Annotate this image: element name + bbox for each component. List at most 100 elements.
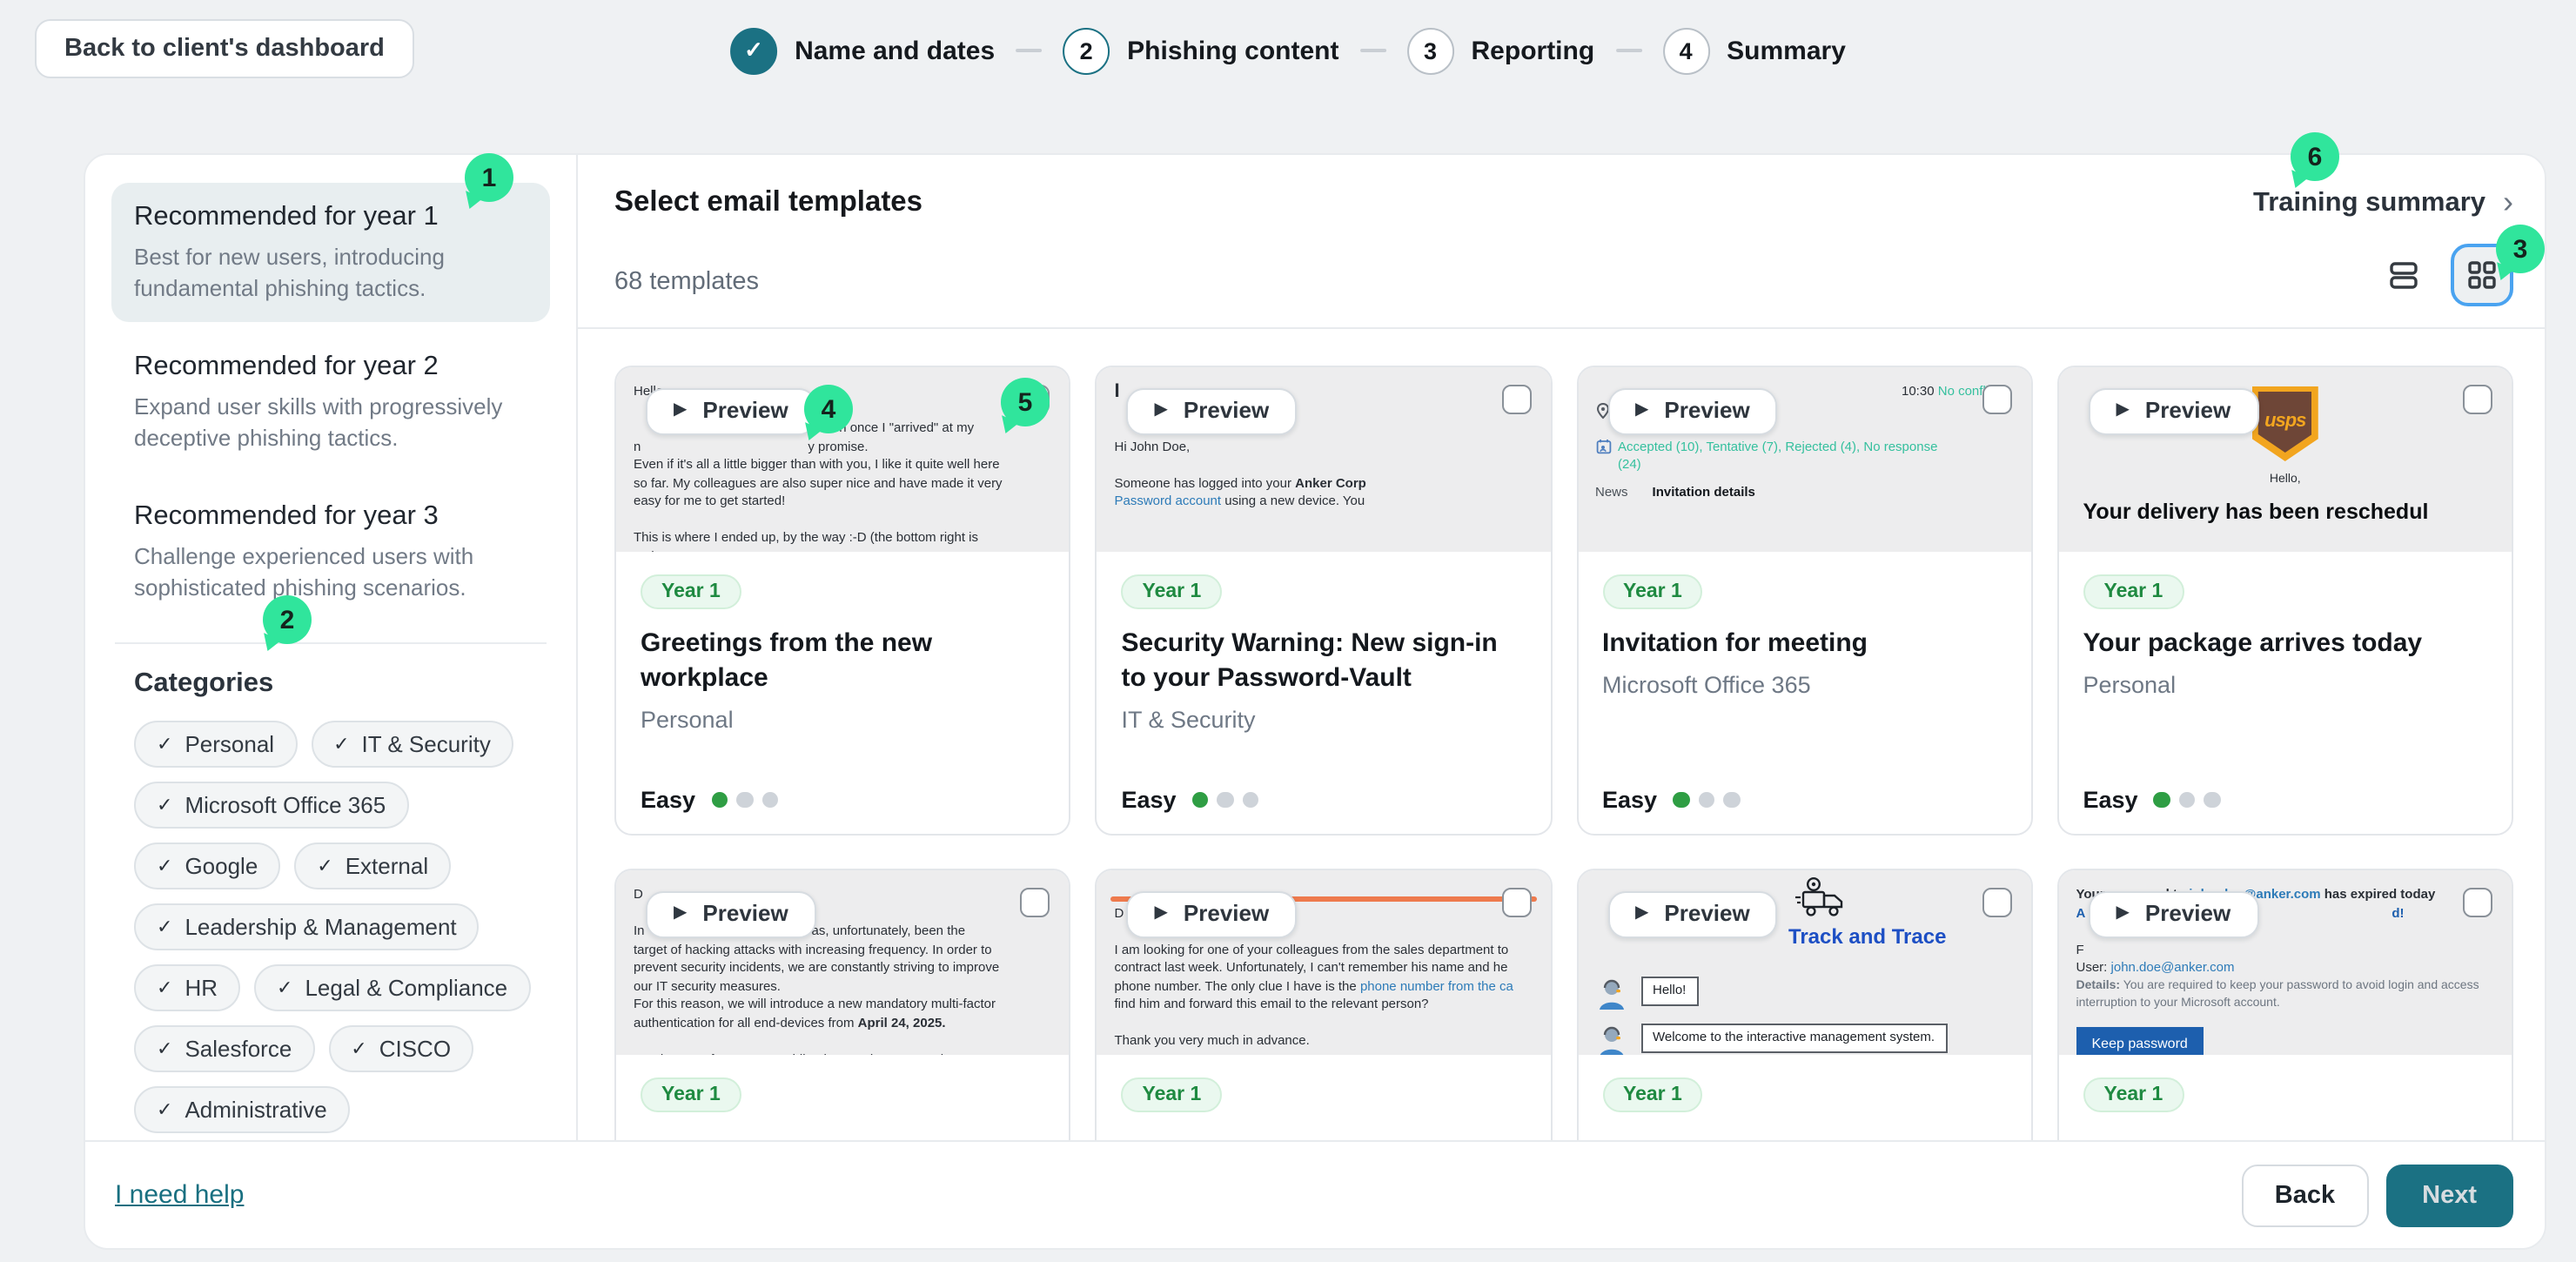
check-icon: ✓ <box>157 1099 172 1122</box>
categories-title: Categories <box>134 669 547 701</box>
sidebar-item-recommended-year-3[interactable]: Recommended for year 3 Challenge experie… <box>111 482 550 621</box>
difficulty-label: Easy <box>1122 787 1177 813</box>
main-content: Select email templates Training summary … <box>578 155 2545 1140</box>
template-checkbox[interactable] <box>1501 888 1531 917</box>
list-view-icon <box>2386 258 2421 292</box>
play-icon: ▶ <box>674 905 687 923</box>
template-checkbox[interactable] <box>2463 385 2492 414</box>
training-summary-link[interactable]: Training summary › <box>2253 185 2513 221</box>
difficulty-dots <box>2154 792 2221 809</box>
preview-button[interactable]: ▶ Preview <box>1607 891 1778 937</box>
template-checkbox[interactable] <box>1501 385 1531 414</box>
template-card-invitation-meeting[interactable]: 10:30 No conflicts Teams Meeting Ben Ant… <box>1576 366 2033 836</box>
check-icon: ✓ <box>157 977 172 1000</box>
sidebar: Recommended for year 1 Best for new user… <box>85 155 578 1140</box>
year-badge: Year 1 <box>2083 1077 2184 1112</box>
page-title: Select email templates <box>614 186 922 219</box>
category-chip-administrative[interactable]: ✓Administrative <box>134 1087 350 1134</box>
template-card-greetings-new-workplace[interactable]: Hello everyone, in touch once I "arrived… <box>614 366 1071 836</box>
card-body: Year 1 <box>616 1055 1070 1140</box>
sidebar-item-recommended-year-1[interactable]: Recommended for year 1 Best for new user… <box>111 183 550 322</box>
step-summary[interactable]: 4 Summary <box>1662 27 1846 74</box>
content-header: Select email templates Training summary … <box>578 155 2545 329</box>
support-agent-avatar <box>1595 1024 1627 1055</box>
category-chip-salesforce[interactable]: ✓Salesforce <box>134 1026 314 1073</box>
preview-button[interactable]: ▶ Preview <box>1127 891 1298 937</box>
email-link: john.doe@anker.com <box>2111 959 2235 975</box>
card-body: Year 1 <box>1578 1055 2031 1140</box>
preview-button[interactable]: ▶ Preview <box>2089 388 2259 434</box>
step-separator <box>1016 49 1042 52</box>
category-chip-hr[interactable]: ✓HR <box>134 965 240 1012</box>
difficulty-label: Easy <box>2083 787 2138 813</box>
email-preview: Track and Trace Hello! <box>1578 870 2031 1055</box>
step-reporting[interactable]: 3 Reporting <box>1407 27 1595 74</box>
preview-button[interactable]: ▶ Preview <box>646 891 816 937</box>
chat-bubble: Hello! <box>1640 977 1698 1005</box>
back-to-dashboard-button[interactable]: Back to client's dashboard <box>35 19 414 78</box>
year-badge: Year 1 <box>641 574 741 609</box>
template-category: IT & Security <box>1122 706 1526 732</box>
template-title: Security Warning: New sign-in to your Pa… <box>1122 627 1526 695</box>
email-preview: 10:30 No conflicts Teams Meeting Ben Ant… <box>1578 367 2031 552</box>
category-chip-personal[interactable]: ✓Personal <box>134 722 297 769</box>
template-card-sales-colleague[interactable]: D I am looking for one of your colleague… <box>1096 869 1553 1140</box>
category-chips: ✓Personal ✓IT & Security ✓Microsoft Offi… <box>134 722 550 1134</box>
template-category: Personal <box>2083 672 2488 698</box>
keep-password-button[interactable]: Keep password <box>2076 1026 2204 1055</box>
template-card-security-warning[interactable]: I Hi John Doe, Someone has logged into y… <box>1096 366 1553 836</box>
play-icon: ▶ <box>1635 402 1648 420</box>
list-view-toggle[interactable] <box>2372 244 2435 306</box>
year-badge: Year 1 <box>2083 574 2184 609</box>
template-category: Personal <box>641 706 1045 732</box>
template-checkbox[interactable] <box>1021 888 1050 917</box>
delivery-truck-icon <box>1794 876 1849 921</box>
email-preview: Your password to john.doe@anker.com has … <box>2059 870 2512 1055</box>
template-checkbox[interactable] <box>1982 385 2012 414</box>
category-chip-leadership-management[interactable]: ✓Leadership & Management <box>134 904 480 951</box>
email-preview: D Inas, unfortunately, been the target o… <box>616 870 1070 1055</box>
track-and-trace-label: Track and Trace <box>1788 928 1946 946</box>
difficulty-label: Easy <box>641 787 695 813</box>
step-name-and-dates[interactable]: ✓ Name and dates <box>730 27 995 74</box>
template-card-package-arrives[interactable]: usps Hello, Your delivery has been resch… <box>2057 366 2514 836</box>
category-chip-cisco[interactable]: ✓CISCO <box>328 1026 473 1073</box>
difficulty-dots <box>1673 792 1740 809</box>
template-checkbox[interactable] <box>2463 888 2492 917</box>
usps-logo: usps <box>2252 386 2318 461</box>
preview-button[interactable]: ▶ Preview <box>2089 891 2259 937</box>
year-badge: Year 1 <box>1602 574 1703 609</box>
category-chip-google[interactable]: ✓Google <box>134 843 280 890</box>
calendar-people-icon <box>1595 440 1611 455</box>
play-icon: ▶ <box>2116 402 2130 420</box>
email-preview: usps Hello, Your delivery has been resch… <box>2059 367 2512 552</box>
card-body: Year 1 Your package arrives today Person… <box>2059 552 2512 834</box>
template-checkbox[interactable] <box>1982 888 2012 917</box>
main-panel: Recommended for year 1 Best for new user… <box>84 153 2546 1250</box>
support-agent-avatar <box>1595 977 1627 1011</box>
template-title: Invitation for meeting <box>1602 627 2007 661</box>
template-category: Microsoft Office 365 <box>1602 672 2007 698</box>
template-card-mfa-announcement[interactable]: D Inas, unfortunately, been the target o… <box>614 869 1071 1140</box>
template-title: Your package arrives today <box>2083 627 2488 661</box>
category-chip-it-security[interactable]: ✓IT & Security <box>311 722 513 769</box>
view-toggles <box>2372 244 2513 306</box>
back-button[interactable]: Back <box>2242 1164 2368 1226</box>
preview-button[interactable]: ▶ Preview <box>1127 388 1298 434</box>
category-chip-microsoft-office-365[interactable]: ✓Microsoft Office 365 <box>134 782 408 829</box>
category-chip-legal-compliance[interactable]: ✓Legal & Compliance <box>254 965 530 1012</box>
templates-grid-wrapper: Hello everyone, in touch once I "arrived… <box>578 329 2545 1140</box>
category-chip-external[interactable]: ✓External <box>294 843 451 890</box>
template-card-password-expired[interactable]: Your password to john.doe@anker.com has … <box>2057 869 2514 1140</box>
card-body: Year 1 <box>2059 1055 2512 1140</box>
card-body: Year 1 Invitation for meeting Microsoft … <box>1578 552 2031 834</box>
sidebar-item-recommended-year-2[interactable]: Recommended for year 2 Expand user skill… <box>111 332 550 472</box>
step-phishing-content[interactable]: 2 Phishing content <box>1063 27 1338 74</box>
card-body: Year 1 Greetings from the new workplace … <box>616 552 1070 834</box>
preview-button[interactable]: ▶ Preview <box>646 388 816 434</box>
template-card-track-and-trace[interactable]: Track and Trace Hello! <box>1576 869 2033 1140</box>
next-button[interactable]: Next <box>2385 1164 2513 1226</box>
preview-button[interactable]: ▶ Preview <box>1607 388 1778 434</box>
need-help-link[interactable]: I need help <box>115 1180 244 1210</box>
year-badge: Year 1 <box>1602 1077 1703 1112</box>
